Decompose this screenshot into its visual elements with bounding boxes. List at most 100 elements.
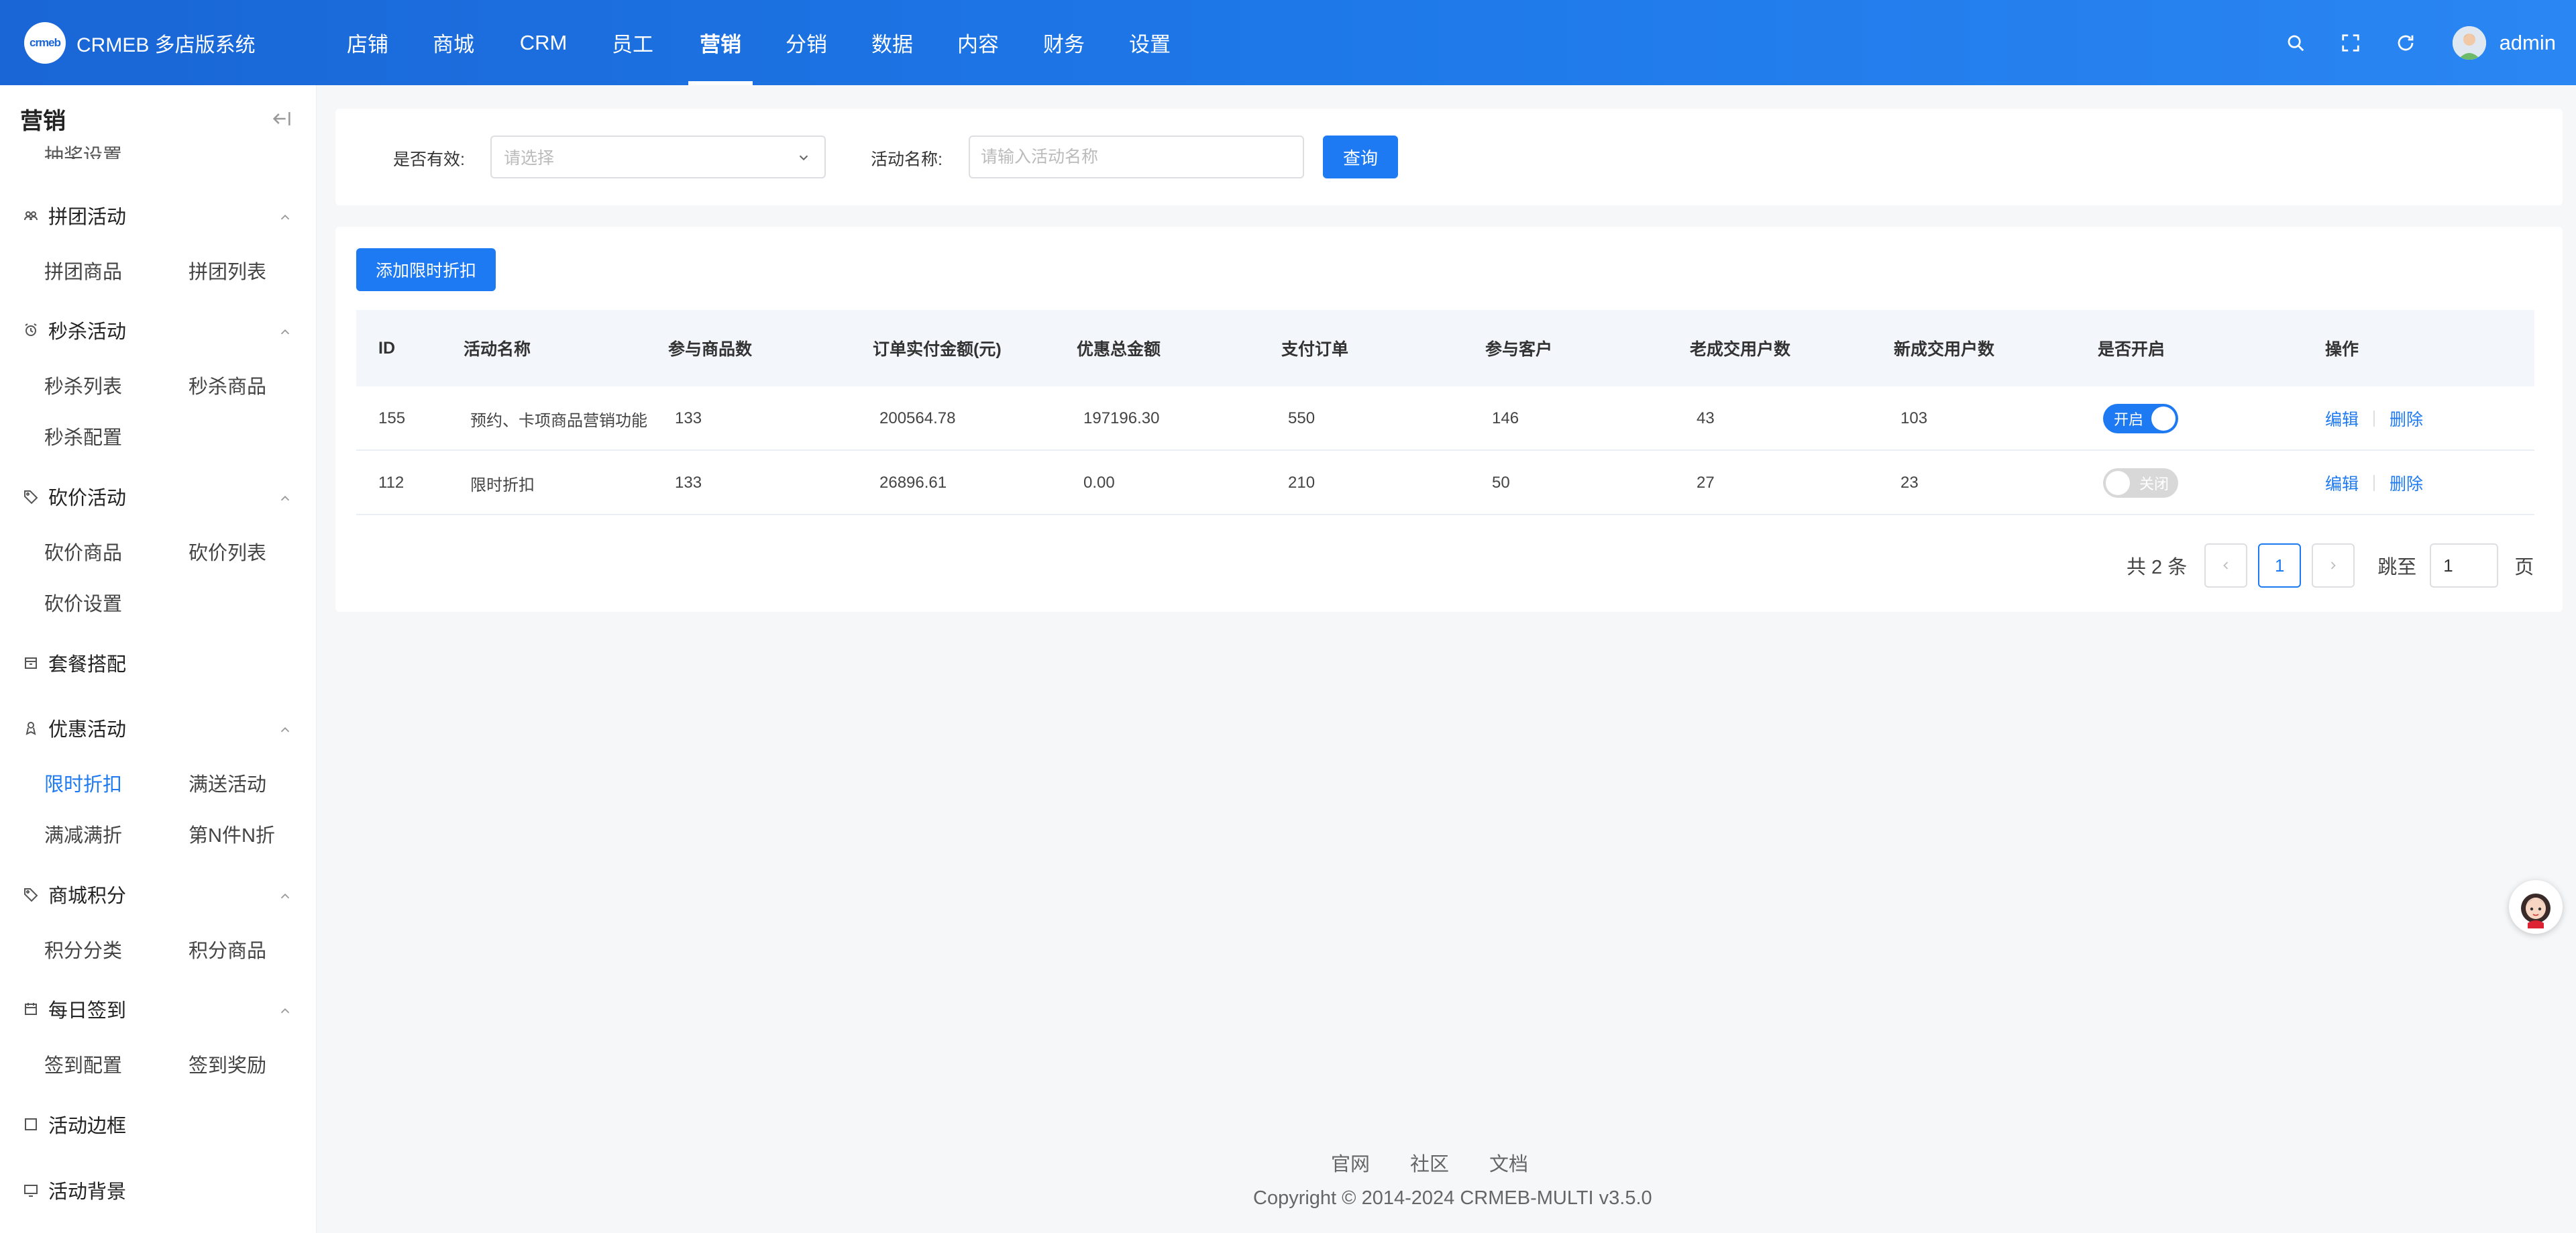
sidebar-item-bargain-products[interactable]: 砍价商品: [44, 537, 122, 566]
sidebar-group-points[interactable]: 商城积分: [0, 877, 316, 911]
sidebar-group-label: 每日签到: [48, 1000, 127, 1022]
footer-link-community[interactable]: 社区: [1410, 1148, 1449, 1177]
column-header-enabled: 是否开启: [2098, 340, 2165, 359]
topnav-item-staff[interactable]: 员工: [588, 0, 678, 85]
topnav-item-settings[interactable]: 设置: [1107, 0, 1193, 85]
row-actions: 编辑 删除: [2325, 386, 2423, 451]
sidebar-group-package[interactable]: 套餐搭配: [0, 646, 316, 680]
customer-service-avatar[interactable]: [2509, 880, 2563, 934]
column-header-discount: 优惠总金额: [1077, 340, 1161, 359]
chevron-up-icon: [278, 720, 292, 735]
topnav-item-store[interactable]: 店铺: [327, 0, 408, 85]
edit-link[interactable]: 编辑: [2325, 471, 2359, 495]
cell-paid: 200564.78: [879, 409, 956, 427]
sidebar-group-checkin[interactable]: 每日签到: [0, 992, 316, 1026]
footer-links: 官网 社区 文档: [1331, 1148, 1568, 1177]
logo-mark: crmeb: [24, 21, 66, 64]
collapse-sidebar-icon[interactable]: [270, 107, 293, 130]
topnav-item-finance[interactable]: 财务: [1021, 0, 1107, 85]
cell-discount: 197196.30: [1083, 409, 1160, 427]
enabled-switch[interactable]: 关闭: [2103, 468, 2178, 498]
prev-page-button[interactable]: [2204, 543, 2248, 588]
sidebar-item-points-products[interactable]: 积分商品: [189, 935, 266, 963]
username[interactable]: admin: [2500, 31, 2556, 55]
search-icon[interactable]: [2282, 30, 2309, 56]
cell-name: 预约、卡项商品营销功能: [470, 411, 647, 430]
cell-discount: 0.00: [1083, 474, 1115, 492]
footer-link-docs[interactable]: 文档: [1489, 1148, 1528, 1177]
enabled-switch[interactable]: 开启: [2103, 404, 2178, 433]
fullscreen-icon[interactable]: [2337, 30, 2364, 56]
sidebar-group-discount[interactable]: 优惠活动: [0, 711, 316, 745]
sidebar-item-full-reduction[interactable]: 满减满折: [44, 820, 122, 848]
activity-name-label: 活动名称:: [871, 150, 943, 169]
sidebar-group-label: 秒杀活动: [48, 321, 127, 343]
footer-link-official[interactable]: 官网: [1331, 1148, 1370, 1177]
topnav-item-content[interactable]: 内容: [935, 0, 1021, 85]
app-logo[interactable]: crmeb CRMEB 多店版系统: [24, 21, 319, 64]
topnav-item-marketing[interactable]: 营销: [678, 0, 763, 85]
topnav-item-mall[interactable]: 商城: [408, 0, 499, 85]
sidebar-item-checkin-config[interactable]: 签到配置: [44, 1050, 122, 1078]
delete-link[interactable]: 删除: [2390, 407, 2423, 431]
sidebar-group-flashsale[interactable]: 秒杀活动: [0, 313, 316, 347]
sidebar-item-bargain-settings[interactable]: 砍价设置: [44, 588, 122, 616]
cell-orders: 550: [1288, 409, 1316, 427]
chevron-up-icon: [278, 323, 292, 337]
column-header-new-users: 新成交用户数: [1894, 340, 1995, 359]
column-header-actions: 操作: [2325, 340, 2359, 359]
column-header-id: ID: [378, 338, 395, 358]
column-header-products: 参与商品数: [668, 340, 753, 359]
sidebar-item-lottery-settings[interactable]: 抽奖设置: [44, 142, 122, 159]
sidebar-group-activity-background[interactable]: 活动背景: [0, 1173, 316, 1207]
delete-link[interactable]: 删除: [2390, 471, 2423, 495]
next-page-button[interactable]: [2312, 543, 2355, 588]
sidebar-item-bargain-list[interactable]: 砍价列表: [189, 537, 266, 566]
frame-icon: [23, 1116, 40, 1133]
sidebar-group-label: 优惠活动: [48, 719, 127, 741]
sidebar-group-activity-frame[interactable]: 活动边框: [0, 1108, 316, 1141]
valid-filter-label: 是否有效:: [393, 150, 465, 169]
valid-select-placeholder: 请选择: [504, 149, 555, 168]
top-nav: 店铺 商城 CRM 员工 营销 分销 数据 内容 财务 设置: [327, 0, 1193, 85]
sidebar-group-bargain[interactable]: 砍价活动: [0, 480, 316, 513]
page-number-current[interactable]: 1: [2258, 543, 2302, 588]
add-limited-discount-button[interactable]: 添加限时折扣: [356, 248, 496, 291]
sidebar-item-groupbuy-list[interactable]: 拼团列表: [189, 256, 266, 284]
sidebar-item-flashsale-config[interactable]: 秒杀配置: [44, 422, 122, 450]
pagination-total: 共 2 条: [2127, 557, 2188, 578]
topnav-item-data[interactable]: 数据: [849, 0, 935, 85]
edit-link[interactable]: 编辑: [2325, 407, 2359, 431]
group-icon: [23, 207, 40, 224]
chevron-up-icon: [278, 489, 292, 504]
valid-select[interactable]: 请选择: [490, 136, 826, 178]
column-header-old-users: 老成交用户数: [1690, 340, 1791, 359]
cell-id: 112: [378, 474, 405, 492]
sidebar-group-groupbuy[interactable]: 拼团活动: [0, 199, 316, 232]
topnav-item-distribution[interactable]: 分销: [763, 0, 849, 85]
alarm-clock-icon: [23, 321, 40, 339]
switch-knob: [2106, 471, 2130, 495]
jump-page-input[interactable]: [2430, 543, 2499, 588]
refresh-icon[interactable]: [2392, 30, 2419, 56]
package-icon: [23, 654, 40, 672]
header-tools: admin: [2254, 0, 2556, 85]
topnav-item-crm[interactable]: CRM: [499, 0, 588, 85]
sidebar-item-flashsale-list[interactable]: 秒杀列表: [44, 371, 122, 399]
sidebar-item-groupbuy-products[interactable]: 拼团商品: [44, 256, 122, 284]
sidebar-item-checkin-rewards[interactable]: 签到奖励: [189, 1050, 266, 1078]
row-actions: 编辑 删除: [2325, 451, 2423, 515]
user-avatar[interactable]: [2452, 25, 2486, 60]
cell-customers: 146: [1492, 409, 1519, 427]
sidebar-item-gift-activity[interactable]: 满送活动: [189, 769, 266, 797]
table-row: 112 限时折扣 133 26896.61 0.00 210 50 27 23 …: [356, 451, 2534, 515]
query-button[interactable]: 查询: [1323, 136, 1398, 178]
calendar-icon: [23, 1000, 40, 1018]
sidebar-item-nth-item-discount[interactable]: 第N件N折: [189, 820, 275, 848]
activity-table: ID 活动名称 参与商品数 订单实付金额(元) 优惠总金额 支付订单 参与客户 …: [356, 310, 2534, 515]
sidebar-item-limited-discount[interactable]: 限时折扣: [44, 769, 122, 797]
sidebar-item-points-category[interactable]: 积分分类: [44, 935, 122, 963]
activity-name-input[interactable]: [969, 136, 1304, 178]
divider: [2373, 475, 2375, 491]
sidebar-item-flashsale-products[interactable]: 秒杀商品: [189, 371, 266, 399]
